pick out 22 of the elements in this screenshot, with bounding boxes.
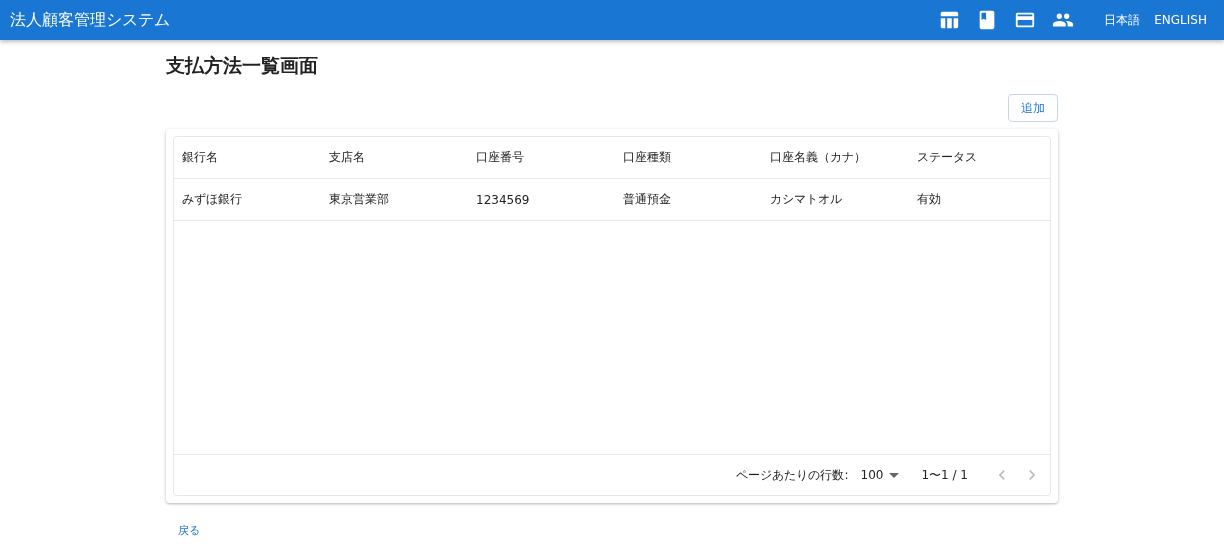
page-range: 1〜1 / 1 bbox=[921, 466, 968, 484]
rows-per-page-select[interactable]: 100 bbox=[860, 468, 900, 482]
table-cell-text: 1234569 bbox=[475, 192, 531, 207]
app-title: 法人顧客管理システム bbox=[10, 9, 171, 31]
column-header[interactable]: 口座種類 bbox=[615, 149, 762, 166]
back-link[interactable]: 戻る bbox=[178, 523, 200, 538]
column-header[interactable]: ステータス bbox=[909, 149, 1056, 166]
table-cell-text: カシマトオル bbox=[769, 191, 843, 208]
dropdown-caret-icon bbox=[889, 472, 900, 478]
column-header[interactable]: 銀行名 bbox=[174, 149, 321, 166]
language-button[interactable]: ENGLISH bbox=[1147, 9, 1214, 31]
table-cell-text: みずほ銀行 bbox=[181, 191, 243, 208]
language-button[interactable]: 日本語 bbox=[1097, 7, 1148, 33]
table-cell-text: 東京営業部 bbox=[328, 191, 390, 208]
page-title: 支払方法一覧画面 bbox=[166, 53, 319, 78]
rows-per-page-label: ページあたりの行数: bbox=[736, 466, 849, 484]
add-button[interactable]: 追加 bbox=[1008, 94, 1058, 122]
column-header[interactable]: 口座番号 bbox=[468, 149, 615, 166]
table-cell-text: 有効 bbox=[916, 191, 942, 208]
column-header[interactable]: 口座名義（カナ） bbox=[762, 149, 909, 166]
table-cell-text: 普通預金 bbox=[622, 191, 672, 208]
column-header[interactable]: 支店名 bbox=[321, 149, 468, 166]
